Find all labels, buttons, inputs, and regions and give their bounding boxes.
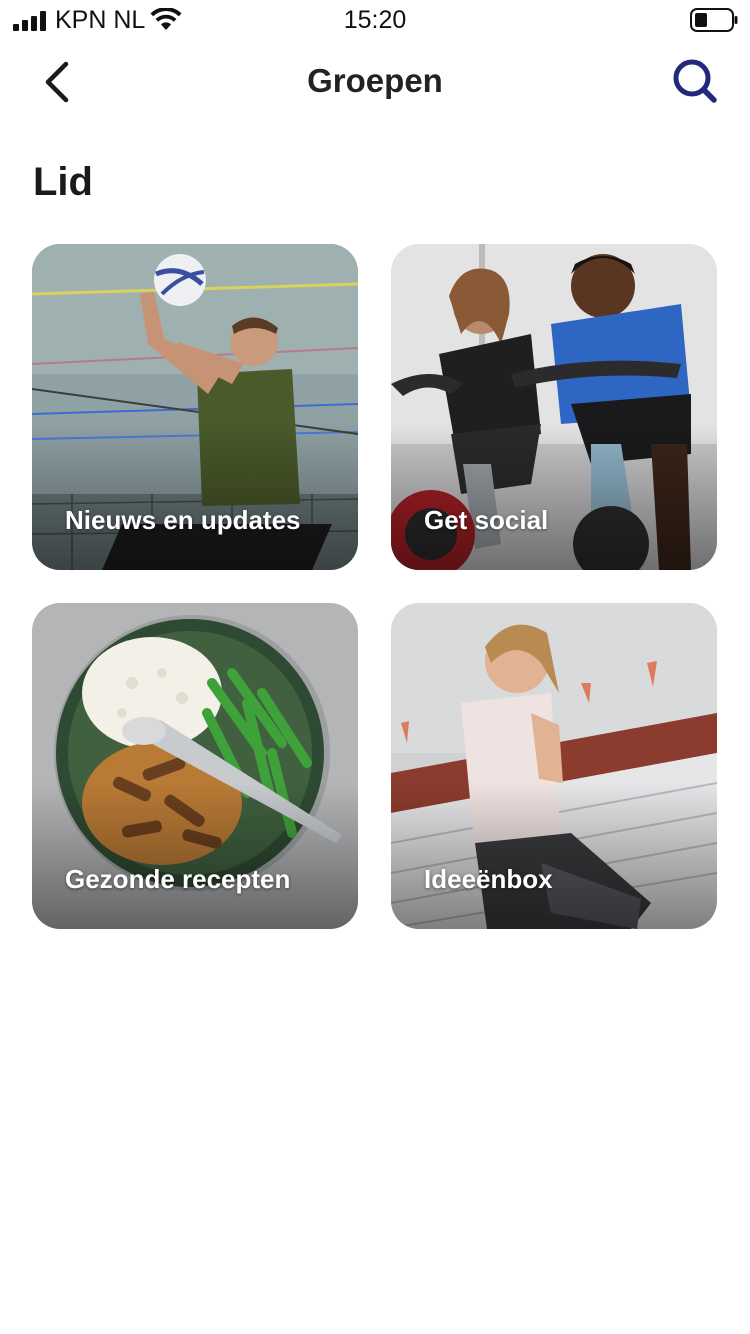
section-title: Lid	[33, 160, 93, 204]
group-card-label: Nieuws en updates	[65, 505, 301, 535]
group-card-label: Gezonde recepten	[65, 864, 291, 894]
group-card-ideas[interactable]: Ideeënbox	[391, 603, 717, 929]
page-title: Groepen	[307, 62, 443, 99]
status-time: 15:20	[343, 6, 407, 34]
navigation-bar: Groepen	[0, 52, 750, 112]
group-card-recipes[interactable]: Gezonde recepten	[32, 603, 358, 929]
group-card-label: Ideeënbox	[424, 864, 553, 894]
groups-grid: Nieuws en updates Get social Gezonde rec…	[32, 244, 718, 930]
search-button[interactable]	[670, 56, 722, 108]
status-bar: KPN NL 15:20	[0, 0, 750, 40]
groups-screen: KPN NL 15:20 Groepen Lid Nieuws en updat…	[0, 0, 750, 1334]
group-card-social[interactable]: Get social	[391, 244, 717, 570]
battery-icon	[690, 8, 738, 32]
group-card-news[interactable]: Nieuws en updates	[32, 244, 358, 570]
search-icon	[673, 59, 717, 103]
group-card-label: Get social	[424, 505, 549, 535]
